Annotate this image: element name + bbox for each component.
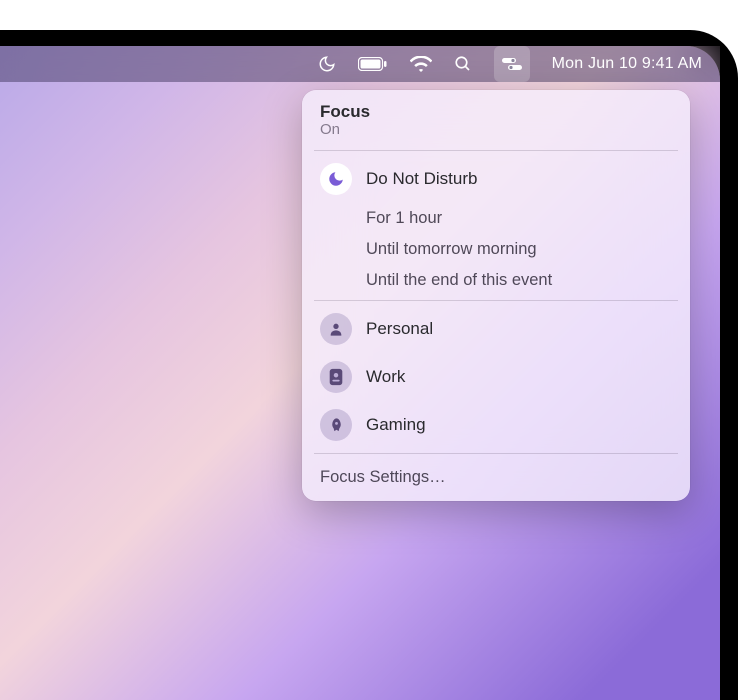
focus-status: On <box>320 121 672 138</box>
menubar-datetime[interactable]: Mon Jun 10 9:41 AM <box>552 55 702 73</box>
dnd-label: Do Not Disturb <box>366 169 672 189</box>
focus-settings-link[interactable]: Focus Settings… <box>302 458 690 493</box>
divider <box>314 453 678 454</box>
person-icon <box>320 313 352 345</box>
divider <box>314 150 678 151</box>
dnd-row[interactable]: Do Not Disturb <box>302 155 690 203</box>
focus-mode-personal[interactable]: Personal <box>302 305 690 353</box>
menubar: Mon Jun 10 9:41 AM <box>0 46 720 82</box>
duration-1hour[interactable]: For 1 hour <box>302 203 690 234</box>
battery-icon[interactable] <box>358 46 388 82</box>
divider <box>314 300 678 301</box>
focus-mode-label: Gaming <box>366 415 672 435</box>
duration-tomorrow[interactable]: Until tomorrow morning <box>302 234 690 265</box>
focus-mode-work[interactable]: Work <box>302 353 690 401</box>
rocket-icon <box>320 409 352 441</box>
spotlight-icon[interactable] <box>454 46 472 82</box>
moon-icon <box>320 163 352 195</box>
focus-mode-label: Personal <box>366 319 672 339</box>
focus-header: Focus On <box>302 102 690 146</box>
wifi-icon[interactable] <box>410 46 432 82</box>
focus-popover: Focus On Do Not Disturb For 1 hour Until… <box>302 90 690 501</box>
focus-mode-gaming[interactable]: Gaming <box>302 401 690 449</box>
duration-event-end[interactable]: Until the end of this event <box>302 265 690 296</box>
badge-icon <box>320 361 352 393</box>
focus-status-icon[interactable] <box>318 46 336 82</box>
focus-title: Focus <box>320 102 672 122</box>
focus-mode-label: Work <box>366 367 672 387</box>
control-center-icon[interactable] <box>494 46 530 82</box>
